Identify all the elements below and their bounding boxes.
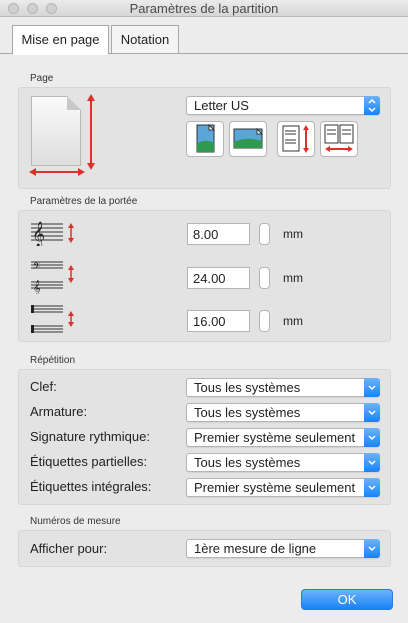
armature-label: Armature: bbox=[30, 404, 88, 419]
armature-select[interactable]: Tous les systèmes bbox=[186, 403, 380, 422]
chevron-updown-icon bbox=[364, 96, 380, 115]
staff-size-unit: mm bbox=[283, 227, 303, 241]
show-for-select[interactable]: 1ère mesure de ligne bbox=[186, 539, 380, 558]
staff-spacing-icon bbox=[31, 305, 74, 333]
repetition-section-label: Répétition bbox=[30, 355, 76, 366]
chevron-down-icon bbox=[364, 478, 380, 497]
portrait-orientation-icon bbox=[196, 123, 216, 153]
partial-labels-value: Tous les systèmes bbox=[194, 455, 301, 470]
tab-content: Page Letter US Paramètres de la portée 𝄞… bbox=[0, 54, 408, 623]
system-spacing-input[interactable]: 24.00 bbox=[187, 267, 250, 289]
paper-size-select[interactable]: Letter US bbox=[186, 96, 380, 115]
tab-notation[interactable]: Notation bbox=[111, 25, 179, 54]
clef-label: Clef: bbox=[30, 379, 57, 394]
time-signature-label: Signature rythmique: bbox=[30, 429, 150, 444]
measure-numbers-section-label: Numéros de mesure bbox=[30, 516, 121, 527]
page-group: Letter US bbox=[18, 87, 391, 189]
repetition-group: Clef: Tous les systèmes Armature: Tous l… bbox=[18, 369, 391, 505]
full-labels-select[interactable]: Premier système seulement bbox=[186, 478, 380, 497]
measure-numbers-group: Afficher pour: 1ère mesure de ligne bbox=[18, 530, 391, 567]
partial-labels-select[interactable]: Tous les systèmes bbox=[186, 453, 380, 472]
chevron-down-icon bbox=[364, 403, 380, 422]
svg-text:𝄞: 𝄞 bbox=[33, 281, 41, 294]
staff-spacing-input[interactable]: 16.00 bbox=[187, 310, 250, 332]
staff-section-label: Paramètres de la portée bbox=[30, 196, 138, 207]
tab-mise-en-page[interactable]: Mise en page bbox=[12, 25, 109, 55]
full-labels-value: Premier système seulement bbox=[194, 480, 356, 495]
treble-staff-size-icon: 𝄞 bbox=[31, 221, 74, 246]
partial-labels-label: Étiquettes partielles: bbox=[30, 454, 148, 469]
title-bar: Paramètres de la partition bbox=[0, 0, 408, 17]
page-width-arrow-icon bbox=[29, 168, 85, 176]
chevron-down-icon bbox=[364, 428, 380, 447]
clef-select[interactable]: Tous les systèmes bbox=[186, 378, 380, 397]
staff-group: 𝄞 8.00 mm 𝄢 𝄞 24.00 mm 16.00 mm bbox=[18, 210, 391, 342]
show-for-value: 1ère mesure de ligne bbox=[194, 541, 317, 556]
armature-value: Tous les systèmes bbox=[194, 405, 301, 420]
time-signature-select[interactable]: Premier système seulement bbox=[186, 428, 380, 447]
page-preview bbox=[31, 96, 81, 166]
paper-size-value: Letter US bbox=[194, 98, 249, 113]
time-signature-value: Premier système seulement bbox=[194, 430, 356, 445]
page-fold-icon bbox=[67, 96, 81, 110]
staff-size-stepper[interactable] bbox=[259, 223, 270, 245]
ok-button[interactable]: OK bbox=[301, 589, 393, 610]
horizontal-spacing-icon bbox=[324, 124, 354, 152]
page-height-arrow-icon bbox=[87, 94, 95, 170]
clef-value: Tous les systèmes bbox=[194, 380, 301, 395]
staff-spacing-unit: mm bbox=[283, 314, 303, 328]
chevron-down-icon bbox=[364, 453, 380, 472]
full-labels-label: Étiquettes intégrales: bbox=[30, 479, 152, 494]
landscape-orientation-button[interactable] bbox=[229, 121, 267, 157]
page-section-label: Page bbox=[30, 73, 54, 84]
horizontal-spacing-button[interactable] bbox=[320, 121, 358, 157]
landscape-orientation-icon bbox=[233, 127, 264, 149]
chevron-down-icon bbox=[364, 539, 380, 558]
portrait-orientation-button[interactable] bbox=[186, 121, 224, 157]
svg-text:𝄢: 𝄢 bbox=[33, 261, 40, 274]
staff-size-input[interactable]: 8.00 bbox=[187, 223, 250, 245]
vertical-spacing-button[interactable] bbox=[277, 121, 315, 157]
system-spacing-unit: mm bbox=[283, 271, 303, 285]
svg-text:𝄞: 𝄞 bbox=[32, 221, 45, 246]
system-spacing-stepper[interactable] bbox=[259, 267, 270, 289]
staff-spacing-stepper[interactable] bbox=[259, 310, 270, 332]
chevron-down-icon bbox=[364, 378, 380, 397]
window-title: Paramètres de la partition bbox=[129, 1, 279, 16]
system-spacing-icon: 𝄢 𝄞 bbox=[31, 261, 74, 294]
show-for-label: Afficher pour: bbox=[30, 541, 108, 556]
vertical-spacing-icon bbox=[282, 125, 309, 153]
